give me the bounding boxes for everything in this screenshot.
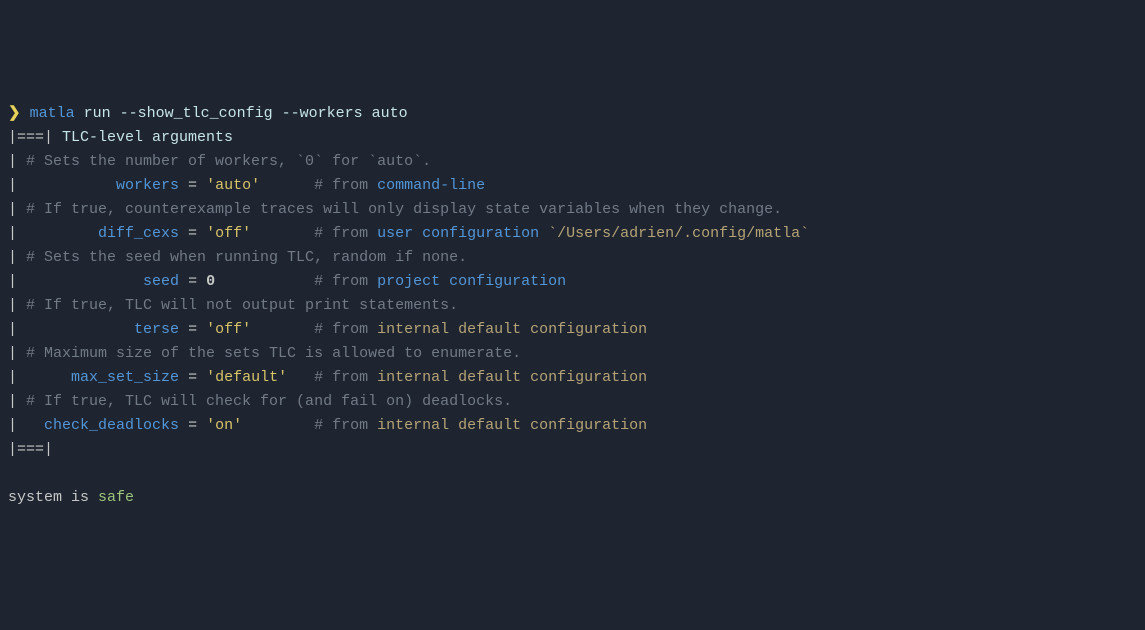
config-value: 0 xyxy=(206,273,215,290)
config-source: project configuration xyxy=(377,273,566,290)
pipe-char: | xyxy=(8,201,26,218)
header-bar: |===| xyxy=(8,129,53,146)
config-key: max_set_size xyxy=(71,369,179,386)
from-label: # from xyxy=(314,321,377,338)
comment-line: # Sets the number of workers, `0` for `a… xyxy=(26,153,431,170)
from-label: # from xyxy=(314,225,377,242)
config-key: workers xyxy=(116,177,179,194)
config-value: 'default' xyxy=(206,369,287,386)
pad xyxy=(26,369,71,386)
pipe-char: | xyxy=(8,393,26,410)
prompt-char: ❯ xyxy=(8,105,21,122)
pad xyxy=(26,417,44,434)
config-source: internal default configuration xyxy=(377,369,647,386)
pipe-char: | xyxy=(8,321,26,338)
config-path: `/Users/adrien/.config/matla` xyxy=(539,225,809,242)
result-prefix: system is xyxy=(8,489,98,506)
config-key: terse xyxy=(134,321,179,338)
comment-line: # If true, TLC will not output print sta… xyxy=(26,297,458,314)
from-label: # from xyxy=(314,369,377,386)
pipe-char: | xyxy=(8,369,26,386)
pad xyxy=(215,273,314,290)
pipe-char: | xyxy=(8,225,26,242)
cmd-args: run --show_tlc_config --workers auto xyxy=(84,105,408,122)
cmd-name: matla xyxy=(30,105,75,122)
comment-line: # If true, counterexample traces will on… xyxy=(26,201,782,218)
comment-line: # Maximum size of the sets TLC is allowe… xyxy=(26,345,521,362)
pad xyxy=(260,177,314,194)
config-value: 'off' xyxy=(206,225,251,242)
result-status: safe xyxy=(98,489,134,506)
from-label: # from xyxy=(314,273,377,290)
config-source: command-line xyxy=(377,177,485,194)
pipe-char: | xyxy=(8,297,26,314)
config-source: internal default configuration xyxy=(377,417,647,434)
equals-sign: = xyxy=(179,417,206,434)
pipe-char: | xyxy=(8,153,26,170)
pad xyxy=(251,321,314,338)
pad xyxy=(26,321,134,338)
pad xyxy=(287,369,314,386)
config-value: 'auto' xyxy=(206,177,260,194)
pad xyxy=(251,225,314,242)
pad xyxy=(26,225,98,242)
equals-sign: = xyxy=(179,369,206,386)
equals-sign: = xyxy=(179,177,206,194)
config-key: seed xyxy=(143,273,179,290)
equals-sign: = xyxy=(179,225,206,242)
config-source: user configuration xyxy=(377,225,539,242)
comment-line: # Sets the seed when running TLC, random… xyxy=(26,249,467,266)
from-label: # from xyxy=(314,177,377,194)
pipe-char: | xyxy=(8,345,26,362)
comment-line: # If true, TLC will check for (and fail … xyxy=(26,393,512,410)
pipe-char: | xyxy=(8,417,26,434)
equals-sign: = xyxy=(179,273,206,290)
pipe-char: | xyxy=(8,177,26,194)
pad xyxy=(26,177,116,194)
config-source: internal default configuration xyxy=(377,321,647,338)
pipe-char: | xyxy=(8,273,26,290)
footer-bar: |===| xyxy=(8,441,53,458)
pad xyxy=(242,417,314,434)
section-title: TLC-level arguments xyxy=(62,129,233,146)
equals-sign: = xyxy=(179,321,206,338)
pad xyxy=(26,273,143,290)
config-key: diff_cexs xyxy=(98,225,179,242)
from-label: # from xyxy=(314,417,377,434)
terminal-output: ❯ matla run --show_tlc_config --workers … xyxy=(8,102,1137,510)
config-key: check_deadlocks xyxy=(44,417,179,434)
config-value: 'off' xyxy=(206,321,251,338)
config-value: 'on' xyxy=(206,417,242,434)
pipe-char: | xyxy=(8,249,26,266)
